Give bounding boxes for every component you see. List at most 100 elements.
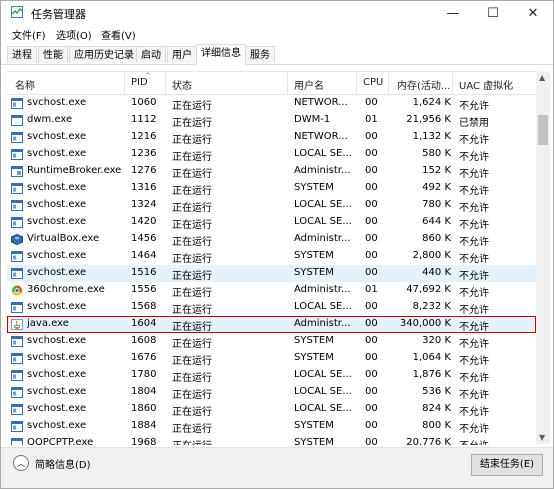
- tab-details[interactable]: 详细信息: [196, 44, 246, 65]
- cell-status: 正在运行: [172, 135, 212, 146]
- table-row[interactable]: svchost.exe 1780 正在运行 LOCAL SE... 00 1,876 K 不…: [7, 367, 536, 384]
- title-bar: 任务管理器 — ☐ ✕: [1, 1, 553, 25]
- svchost-icon: [11, 404, 23, 415]
- cell-pid: 1860: [131, 403, 157, 414]
- column-header-pid[interactable]: PID: [131, 77, 148, 88]
- table-row[interactable]: svchost.exe 1464 正在运行 SYSTEM 00 2,800 K 不允许: [7, 248, 536, 265]
- column-header-uac[interactable]: UAC 虚拟化: [459, 77, 513, 92]
- menu-file[interactable]: 文件(F): [12, 27, 46, 42]
- vertical-scrollbar[interactable]: ▲ ▼: [536, 71, 550, 444]
- cell-uac: 不允许: [459, 237, 489, 248]
- cell-user: LOCAL SE...: [294, 369, 352, 380]
- minimize-button[interactable]: —: [433, 1, 473, 25]
- cell-name: dwm.exe: [27, 114, 73, 125]
- end-task-button[interactable]: 结束任务(E): [471, 454, 543, 476]
- table-row[interactable]: dwm.exe 1112 正在运行 DWM-1 01 21,956 K 已禁用: [7, 112, 536, 129]
- close-button[interactable]: ✕: [513, 1, 553, 25]
- tab-users[interactable]: 用户: [167, 46, 197, 63]
- cell-mem: 1,876 K: [412, 369, 451, 380]
- column-separator[interactable]: [388, 72, 389, 94]
- table-row[interactable]: svchost.exe 1236 正在运行 LOCAL SE... 00 580 K 不允许: [7, 146, 536, 163]
- svchost-icon: [11, 353, 23, 364]
- column-separator[interactable]: [165, 72, 166, 94]
- cell-pid: 1324: [131, 199, 157, 210]
- fewer-details-label: 简略信息(D): [35, 459, 91, 471]
- tab-services[interactable]: 服务: [245, 46, 275, 63]
- scrollbar-thumb[interactable]: [538, 115, 548, 145]
- cell-status: 正在运行: [172, 169, 212, 180]
- table-row[interactable]: svchost.exe 1060 正在运行 NETWOR... 00 1,624 K 不允许: [7, 95, 536, 112]
- cell-pid: 1276: [131, 165, 157, 176]
- cell-status: 正在运行: [172, 322, 212, 333]
- cell-pid: 1236: [131, 148, 157, 159]
- cell-name: svchost.exe: [27, 250, 87, 261]
- scroll-up-arrow-icon[interactable]: ▲: [539, 73, 545, 82]
- column-header-memory[interactable]: 内存(活动...: [397, 77, 450, 92]
- cell-mem: 780 K: [422, 199, 451, 210]
- footer-bar: ︿ 简略信息(D) 结束任务(E): [1, 447, 553, 488]
- cell-cpu: 00: [365, 301, 378, 312]
- table-row[interactable]: svchost.exe 1420 正在运行 LOCAL SE... 00 644 K 不允许: [7, 214, 536, 231]
- cell-name: svchost.exe: [27, 148, 87, 159]
- cell-cpu: 00: [365, 131, 378, 142]
- menu-view[interactable]: 查看(V): [101, 27, 136, 42]
- column-header-user[interactable]: 用户名: [294, 77, 324, 92]
- cell-mem: 536 K: [422, 386, 451, 397]
- cell-name: svchost.exe: [27, 386, 87, 397]
- table-row[interactable]: VirtualBox.exe 1456 正在运行 Administr... 00 860 …: [7, 231, 536, 248]
- cell-status: 正在运行: [172, 390, 212, 401]
- table-row[interactable]: svchost.exe 1884 正在运行 SYSTEM 00 800 K 不允许: [7, 418, 536, 435]
- column-header-cpu[interactable]: CPU: [363, 77, 383, 88]
- cell-status: 正在运行: [172, 152, 212, 163]
- table-row[interactable]: svchost.exe 1860 正在运行 LOCAL SE... 00 824 K 不允许: [7, 401, 536, 418]
- scroll-down-arrow-icon[interactable]: ▼: [539, 433, 545, 442]
- cell-user: LOCAL SE...: [294, 403, 352, 414]
- java-icon: [11, 319, 23, 330]
- column-separator[interactable]: [452, 72, 453, 94]
- svchost-icon: [11, 98, 23, 109]
- cell-user: SYSTEM: [294, 437, 334, 445]
- cell-uac: 不允许: [459, 254, 489, 265]
- cell-cpu: 01: [365, 114, 378, 125]
- maximize-button[interactable]: ☐: [473, 1, 513, 25]
- column-header-status[interactable]: 状态: [172, 77, 192, 92]
- details-grid: 名称 ^ PID 状态 用户名 CPU 内存(活动... UAC 虚拟化 svc…: [7, 71, 536, 445]
- cell-name: svchost.exe: [27, 369, 87, 380]
- fewer-details-toggle[interactable]: ︿ 简略信息(D): [13, 455, 91, 471]
- menu-options[interactable]: 选项(O): [56, 27, 92, 42]
- cell-name: svchost.exe: [27, 301, 87, 312]
- column-header-name[interactable]: 名称: [15, 77, 35, 92]
- table-row[interactable]: svchost.exe 1568 正在运行 LOCAL SE... 00 8,232 K 不…: [7, 299, 536, 316]
- table-row[interactable]: java.exe 1604 正在运行 Administr... 00 340,000 K 不…: [7, 316, 536, 333]
- table-row[interactable]: svchost.exe 1516 正在运行 SYSTEM 00 440 K 不允许: [7, 265, 536, 282]
- table-row[interactable]: svchost.exe 1608 正在运行 SYSTEM 00 320 K 不允许: [7, 333, 536, 350]
- cell-status: 正在运行: [172, 424, 212, 435]
- tab-app-history[interactable]: 应用历史记录: [69, 46, 139, 63]
- svchost-icon: [11, 370, 23, 381]
- table-row[interactable]: svchost.exe 1324 正在运行 LOCAL SE... 00 780 K 不允许: [7, 197, 536, 214]
- column-separator[interactable]: [124, 72, 125, 94]
- table-row[interactable]: svchost.exe 1804 正在运行 LOCAL SE... 00 536 K 不允许: [7, 384, 536, 401]
- column-separator[interactable]: [356, 72, 357, 94]
- cell-pid: 1676: [131, 352, 157, 363]
- svchost-icon: [11, 200, 23, 211]
- cell-mem: 1,064 K: [412, 352, 451, 363]
- tab-startup[interactable]: 启动: [136, 46, 166, 63]
- table-row[interactable]: OQPCPTP.exe 1968 正在运行 SYSTEM 00 20,776 K 不允许: [7, 435, 536, 445]
- table-row[interactable]: svchost.exe 1216 正在运行 NETWOR... 00 1,132 K 不允许: [7, 129, 536, 146]
- tab-performance[interactable]: 性能: [38, 46, 68, 63]
- cell-user: Administr...: [294, 284, 351, 295]
- table-row[interactable]: svchost.exe 1676 正在运行 SYSTEM 00 1,064 K 不允许: [7, 350, 536, 367]
- table-row[interactable]: svchost.exe 1316 正在运行 SYSTEM 00 492 K 不允许: [7, 180, 536, 197]
- cell-name: svchost.exe: [27, 352, 87, 363]
- cell-mem: 1,132 K: [412, 131, 451, 142]
- cell-uac: 不允许: [459, 169, 489, 180]
- column-separator[interactable]: [287, 72, 288, 94]
- table-row[interactable]: 360chrome.exe 1556 正在运行 Administr... 01 47,69…: [7, 282, 536, 299]
- chevron-up-icon: ︿: [13, 455, 29, 471]
- tab-processes[interactable]: 进程: [7, 46, 37, 63]
- cell-name: svchost.exe: [27, 182, 87, 193]
- cell-cpu: 00: [365, 182, 378, 193]
- cell-uac: 不允许: [459, 152, 489, 163]
- table-row[interactable]: RuntimeBroker.exe 1276 正在运行 Administr... 00 1…: [7, 163, 536, 180]
